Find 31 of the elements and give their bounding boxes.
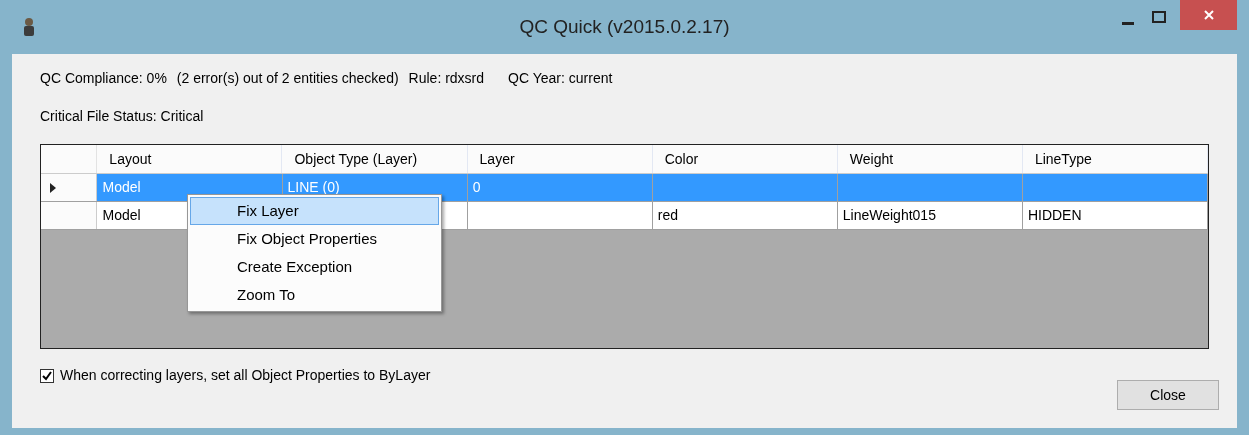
app-icon — [22, 17, 36, 37]
close-button[interactable]: Close — [1117, 380, 1219, 410]
year-text: QC Year: current — [508, 69, 613, 88]
column-header[interactable]: LineType — [1022, 145, 1208, 173]
window-title: QC Quick (v2015.0.2.17) — [519, 14, 730, 39]
maximize-icon[interactable] — [1152, 11, 1166, 23]
column-header[interactable]: Layer — [467, 145, 653, 173]
rule-text: Rule: rdxsrd — [408, 69, 485, 88]
table-cell-text: Model — [102, 178, 141, 197]
menu-item[interactable]: Create Exception — [190, 253, 439, 281]
critical-status-text: Critical File Status: Critical — [40, 107, 205, 126]
table-cell-text: LineWeight015 — [842, 206, 936, 225]
column-header[interactable]: Layout — [97, 145, 283, 173]
column-header[interactable]: Color — [652, 145, 838, 173]
table-cell-text: HIDDEN — [1027, 206, 1082, 225]
menu-item[interactable]: Zoom To — [190, 281, 439, 309]
table-cell-text: LINE (0) — [287, 178, 340, 197]
menu-item[interactable]: Fix Layer — [190, 197, 439, 225]
close-icon — [1203, 10, 1214, 20]
close-window-button[interactable] — [1180, 0, 1237, 30]
table-cell-text: 0 — [472, 178, 481, 197]
errors-text: (2 error(s) out of 2 entities checked) — [176, 69, 399, 88]
column-header[interactable]: Weight — [837, 145, 1023, 173]
column-header[interactable]: Object Type (Layer) — [282, 145, 468, 173]
row-pointer-icon — [50, 182, 56, 193]
compliance-text: QC Compliance: 0% — [40, 69, 167, 88]
checkmark-icon — [42, 370, 52, 381]
option-label: When correcting layers, set all Object Properties to ByLayer — [60, 366, 431, 385]
option-checkbox[interactable] — [40, 368, 54, 383]
table-cell-text: red — [657, 206, 678, 225]
table-cell-text: Model — [102, 206, 141, 225]
